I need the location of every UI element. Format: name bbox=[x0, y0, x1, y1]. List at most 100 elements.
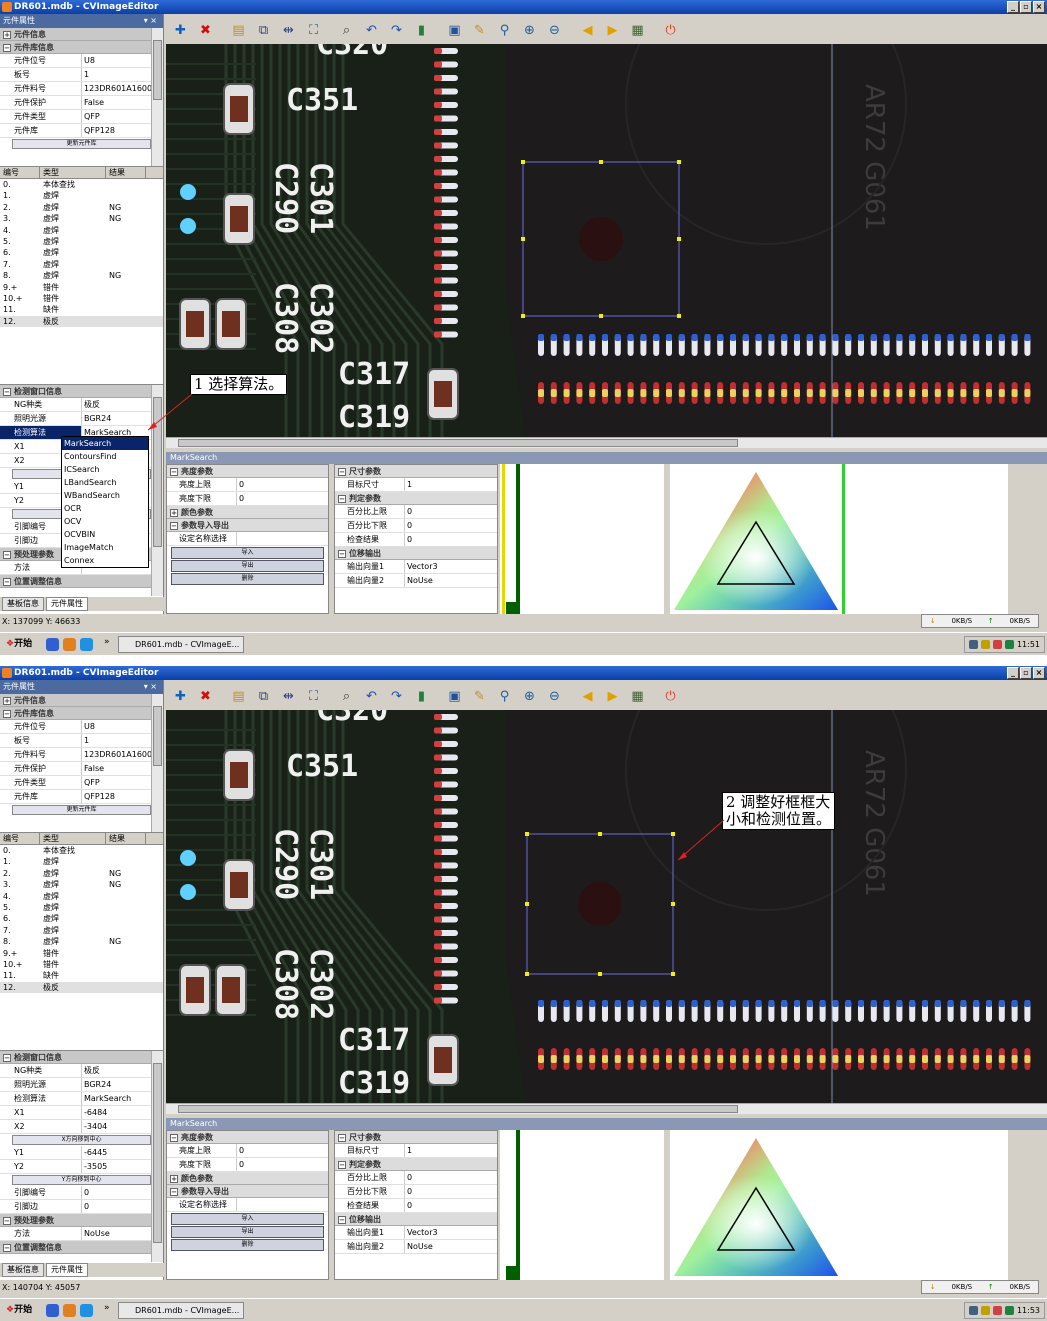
prop-value[interactable]: 0 bbox=[237, 1158, 328, 1171]
tab-component-props[interactable]: 元件属性 bbox=[46, 1263, 88, 1277]
collapse-icon[interactable]: − bbox=[338, 1133, 346, 1142]
section-brightness[interactable]: 亮度参数 bbox=[181, 467, 213, 476]
minimize-button[interactable]: _ bbox=[1007, 667, 1019, 679]
prop-value[interactable]: 0 bbox=[405, 519, 497, 532]
column-header[interactable]: 编号 bbox=[0, 167, 40, 178]
section-position[interactable]: 位置调整信息 bbox=[14, 1243, 62, 1252]
close-button[interactable]: × bbox=[1033, 1, 1045, 13]
section-component-lib-info[interactable]: 元件库信息 bbox=[14, 43, 54, 52]
section-judge[interactable]: 判定参数 bbox=[349, 494, 381, 503]
fit-icon[interactable]: ⛶ bbox=[303, 686, 324, 707]
right-arrow-icon[interactable]: ▶ bbox=[602, 20, 623, 41]
horizontal-scrollbar[interactable] bbox=[166, 1103, 1047, 1114]
fit-icon[interactable]: ⛶ bbox=[303, 20, 324, 41]
resize-handle[interactable] bbox=[677, 314, 681, 318]
prop-value[interactable]: 1 bbox=[405, 478, 497, 491]
collapse-icon[interactable]: − bbox=[170, 1187, 178, 1196]
start-button[interactable]: ❖开始 bbox=[2, 636, 36, 652]
section-shift[interactable]: 位移输出 bbox=[349, 1215, 381, 1224]
table-row[interactable]: 5. 虚焊 bbox=[0, 902, 163, 913]
section-brightness[interactable]: 亮度参数 bbox=[181, 1133, 213, 1142]
prop-value[interactable]: Vector3 bbox=[405, 560, 497, 573]
panel-pin-icon[interactable]: ▾ × bbox=[144, 14, 157, 28]
book-icon[interactable]: ▮ bbox=[411, 686, 432, 707]
section-window-info[interactable]: 检测窗口信息 bbox=[14, 387, 62, 396]
table-row[interactable]: 6. 虚焊 bbox=[0, 913, 163, 924]
collapse-icon[interactable]: − bbox=[3, 709, 11, 718]
table-row[interactable]: 11. 缺件 bbox=[0, 970, 163, 981]
section-import-export[interactable]: 参数导入导出 bbox=[181, 521, 229, 530]
prop-value[interactable]: 0 bbox=[405, 1199, 497, 1212]
column-header[interactable]: 编号 bbox=[0, 833, 40, 844]
collapse-icon[interactable]: − bbox=[338, 1215, 346, 1224]
section-component-info[interactable]: 元件信息 bbox=[14, 696, 46, 705]
dropdown-option[interactable]: OCVBIN bbox=[62, 528, 148, 541]
section-color[interactable]: 颜色参数 bbox=[181, 1174, 213, 1183]
table-row[interactable]: 3. 虚焊 NG bbox=[0, 879, 163, 890]
book-icon[interactable]: ▮ bbox=[411, 20, 432, 41]
table-row[interactable]: 9.+ 错件 bbox=[0, 282, 163, 293]
table-row[interactable]: 7. 虚焊 bbox=[0, 925, 163, 936]
table-row[interactable]: 0. 本体查找 bbox=[0, 179, 163, 190]
table-row[interactable]: 12. 极反 bbox=[0, 981, 163, 994]
table-row[interactable]: 3. 虚焊 NG bbox=[0, 213, 163, 224]
security-tray-icon[interactable] bbox=[1004, 640, 1014, 649]
maximize-button[interactable]: ▫ bbox=[1020, 1, 1032, 13]
column-header[interactable]: 结果 bbox=[106, 167, 146, 178]
table-row[interactable]: 10.+ 错件 bbox=[0, 293, 163, 304]
table-row[interactable]: 10.+ 错件 bbox=[0, 959, 163, 970]
dropdown-option[interactable]: ContoursFind bbox=[62, 450, 148, 463]
shield-tray-icon[interactable] bbox=[980, 640, 990, 649]
collapse-icon[interactable]: − bbox=[3, 550, 11, 559]
collapse-icon[interactable]: − bbox=[3, 387, 11, 396]
x-center-button[interactable]: X方向移到中心 bbox=[12, 1135, 151, 1145]
table-row[interactable]: 7. 虚焊 bbox=[0, 259, 163, 270]
table-row[interactable]: 8. 虚焊 NG bbox=[0, 936, 163, 947]
dropdown-option[interactable]: Connex bbox=[62, 554, 148, 567]
open-icon[interactable]: ▤ bbox=[228, 686, 249, 707]
delete-icon[interactable]: ✖ bbox=[195, 20, 216, 41]
vertical-scrollbar[interactable] bbox=[151, 694, 163, 832]
table-row[interactable]: 1. 虚焊 bbox=[0, 190, 163, 201]
task-button[interactable]: DR601.mdb - CVImageE... bbox=[118, 1302, 244, 1319]
dropdown-option[interactable]: ImageMatch bbox=[62, 541, 148, 554]
resize-handle[interactable] bbox=[677, 237, 681, 241]
ie-icon[interactable] bbox=[80, 1304, 93, 1317]
tab-component-props[interactable]: 元件属性 bbox=[46, 597, 88, 611]
table-row[interactable]: 11. 缺件 bbox=[0, 304, 163, 315]
prop-value[interactable] bbox=[237, 532, 328, 545]
update-lib-button[interactable]: 更新元件库 bbox=[12, 139, 151, 149]
section-preprocess[interactable]: 预处理参数 bbox=[14, 550, 54, 559]
resize-handle[interactable] bbox=[671, 972, 675, 976]
resize-handle[interactable] bbox=[525, 832, 529, 836]
prop-value[interactable]: 0 bbox=[237, 478, 328, 491]
resize-handle[interactable] bbox=[598, 972, 602, 976]
media-icon[interactable] bbox=[63, 638, 76, 651]
add-icon[interactable]: ✚ bbox=[170, 686, 191, 707]
prop-value[interactable] bbox=[237, 1198, 328, 1211]
power-icon[interactable]: ⏻ bbox=[660, 686, 681, 707]
close-button[interactable]: × bbox=[1033, 667, 1045, 679]
redo-icon[interactable]: ↷ bbox=[386, 20, 407, 41]
column-header[interactable]: 类型 bbox=[40, 167, 106, 178]
save-icon[interactable]: ▣ bbox=[444, 20, 465, 41]
distribute-icon[interactable]: ⇹ bbox=[278, 686, 299, 707]
collapse-icon[interactable]: − bbox=[170, 521, 178, 530]
resize-handle[interactable] bbox=[521, 237, 525, 241]
align-icon[interactable]: ⧉ bbox=[253, 20, 274, 41]
task-button[interactable]: DR601.mdb - CVImageE... bbox=[118, 636, 244, 653]
prop-value[interactable]: 0 bbox=[405, 1185, 497, 1198]
zoom-out-icon[interactable]: ⊖ bbox=[544, 20, 565, 41]
import-button[interactable]: 导入 bbox=[171, 1213, 324, 1225]
folder-icon[interactable]: ✎ bbox=[469, 686, 490, 707]
table-row[interactable]: 0. 本体查找 bbox=[0, 845, 163, 856]
prop-value[interactable]: 1 bbox=[405, 1144, 497, 1157]
dropdown-option[interactable]: OCR bbox=[62, 502, 148, 515]
delete-icon[interactable]: ✖ bbox=[195, 686, 216, 707]
horizontal-scrollbar[interactable] bbox=[166, 437, 1047, 448]
collapse-icon[interactable]: − bbox=[338, 467, 346, 476]
vertical-scrollbar[interactable] bbox=[151, 1051, 163, 1262]
resize-handle[interactable] bbox=[599, 160, 603, 164]
av-tray-icon[interactable] bbox=[992, 1306, 1002, 1315]
media-icon[interactable] bbox=[63, 1304, 76, 1317]
